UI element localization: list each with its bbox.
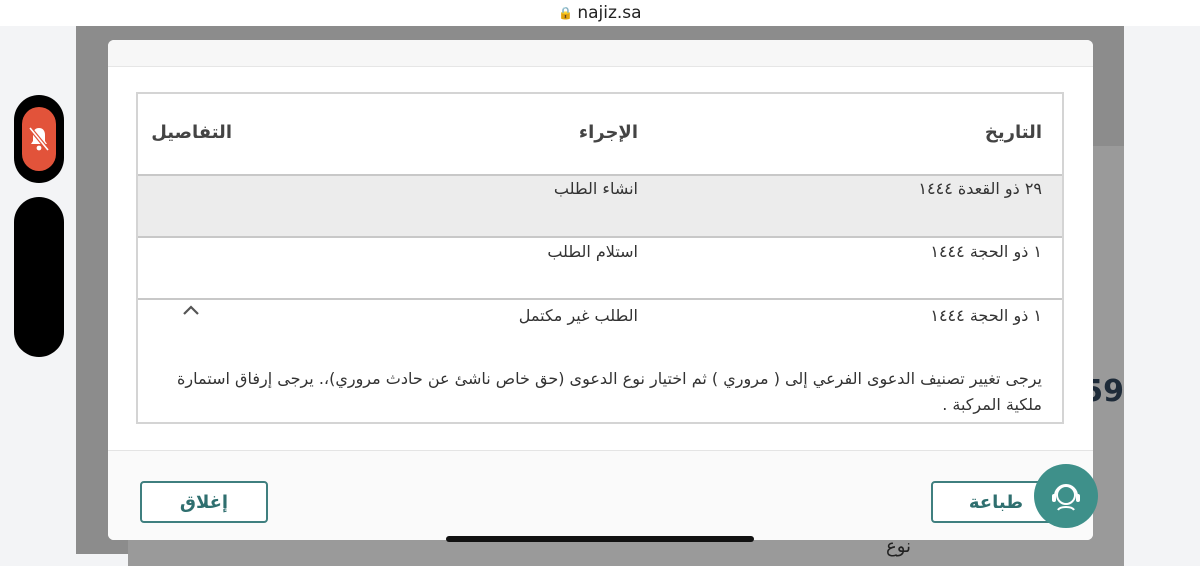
chevron-up-icon[interactable] xyxy=(182,304,200,316)
row-details-note: يرجى تغيير تصنيف الدعوى الفرعي إلى ( مرو… xyxy=(177,369,1042,414)
row-action: استلام الطلب xyxy=(547,242,638,261)
header-date: التاريخ xyxy=(984,122,1042,143)
table-header-row: التاريخ الإجراء التفاصيل xyxy=(138,94,1062,176)
volume-control[interactable] xyxy=(14,197,64,357)
table-row-expanded[interactable]: ١ ذو الحجة ١٤٤٤ الطلب غير مكتمل يرجى تغي… xyxy=(138,300,1062,424)
lock-icon: 🔒 xyxy=(558,6,574,20)
close-button[interactable]: إغلاق xyxy=(140,481,268,523)
mute-button[interactable] xyxy=(22,107,56,171)
history-table: التاريخ الإجراء التفاصيل ٢٩ ذو القعدة ١٤… xyxy=(136,92,1064,424)
row-date: ١ ذو الحجة ١٤٤٤ xyxy=(930,242,1042,261)
header-details: التفاصيل xyxy=(151,122,232,143)
table-row[interactable]: ٢٩ ذو القعدة ١٤٤٤ انشاء الطلب xyxy=(138,176,1062,238)
bell-slash-icon xyxy=(28,126,50,152)
support-agent-icon xyxy=(1052,484,1080,511)
modal-header xyxy=(108,40,1093,67)
mute-switch[interactable] xyxy=(14,95,64,183)
home-indicator xyxy=(446,536,754,542)
support-chat-button[interactable] xyxy=(1034,464,1098,528)
browser-address-bar[interactable]: 🔒 najiz.sa xyxy=(0,0,1200,26)
row-action: انشاء الطلب xyxy=(553,179,638,198)
table-row[interactable]: ١ ذو الحجة ١٤٤٤ استلام الطلب xyxy=(138,238,1062,300)
row-date: ٢٩ ذو القعدة ١٤٤٤ xyxy=(918,179,1042,198)
modal-footer: إغلاق طباعة xyxy=(108,450,1093,540)
request-history-modal: التاريخ الإجراء التفاصيل ٢٩ ذو القعدة ١٤… xyxy=(108,40,1093,540)
row-action: الطلب غير مكتمل xyxy=(518,306,638,325)
row-date: ١ ذو الحجة ١٤٤٤ xyxy=(930,306,1042,325)
header-action: الإجراء xyxy=(578,122,638,143)
url-text: najiz.sa xyxy=(577,3,642,23)
